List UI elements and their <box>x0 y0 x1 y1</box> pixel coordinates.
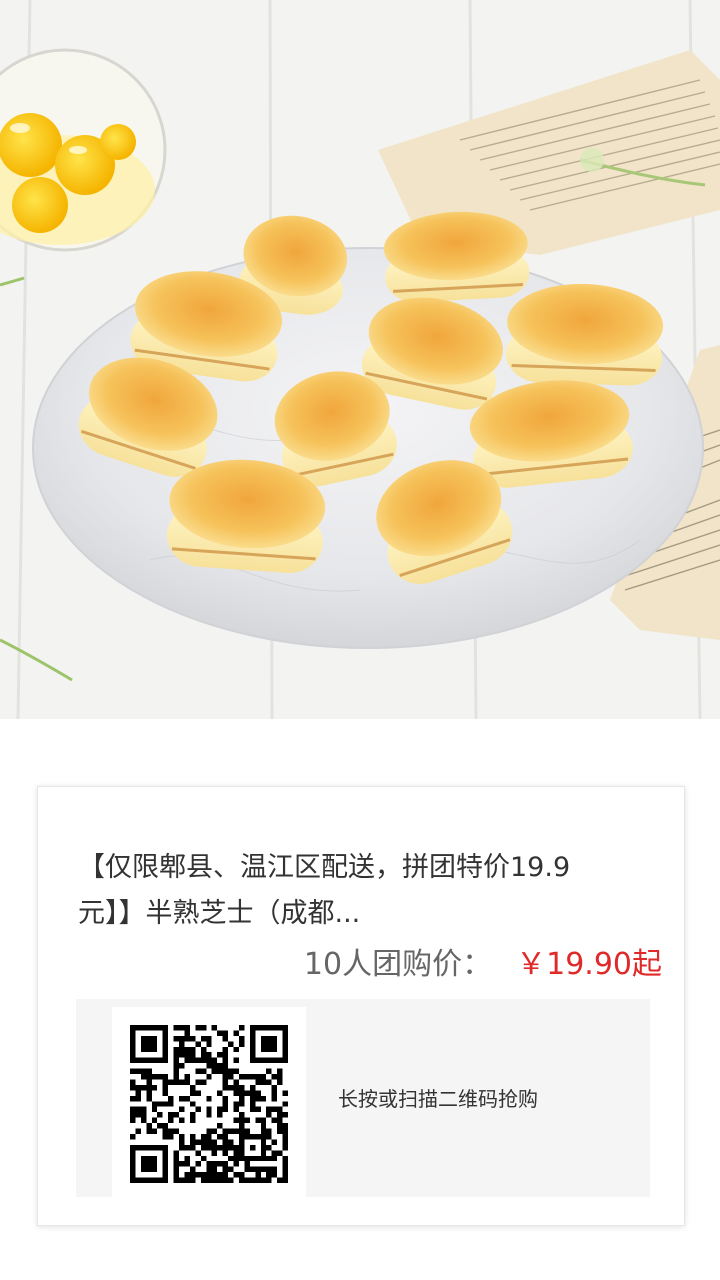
product-title: 【仅限郫县、温江区配送，拼团特价19.9元】】半熟芝士（成都... <box>78 852 571 929</box>
qr-code-icon[interactable] <box>112 1007 306 1201</box>
group-price-row: 10人团购价： ￥19.90起 <box>304 939 662 983</box>
qr-hint-text: 长按或扫描二维码抢购 <box>338 1087 538 1111</box>
group-price-label: 10人团购价： <box>303 947 493 982</box>
product-photo <box>0 0 720 719</box>
group-price-value: ￥19.90起 <box>516 947 662 982</box>
share-poster: 【仅限郫县、温江区配送，拼团特价19.9元】】半熟芝士（成都... 10人团购价… <box>0 0 720 1280</box>
qr-code-image <box>130 1025 288 1183</box>
product-image <box>0 0 720 719</box>
product-card: 【仅限郫县、温江区配送，拼团特价19.9元】】半熟芝士（成都... 10人团购价… <box>37 786 685 1226</box>
qr-panel: 长按或扫描二维码抢购 <box>76 999 650 1201</box>
